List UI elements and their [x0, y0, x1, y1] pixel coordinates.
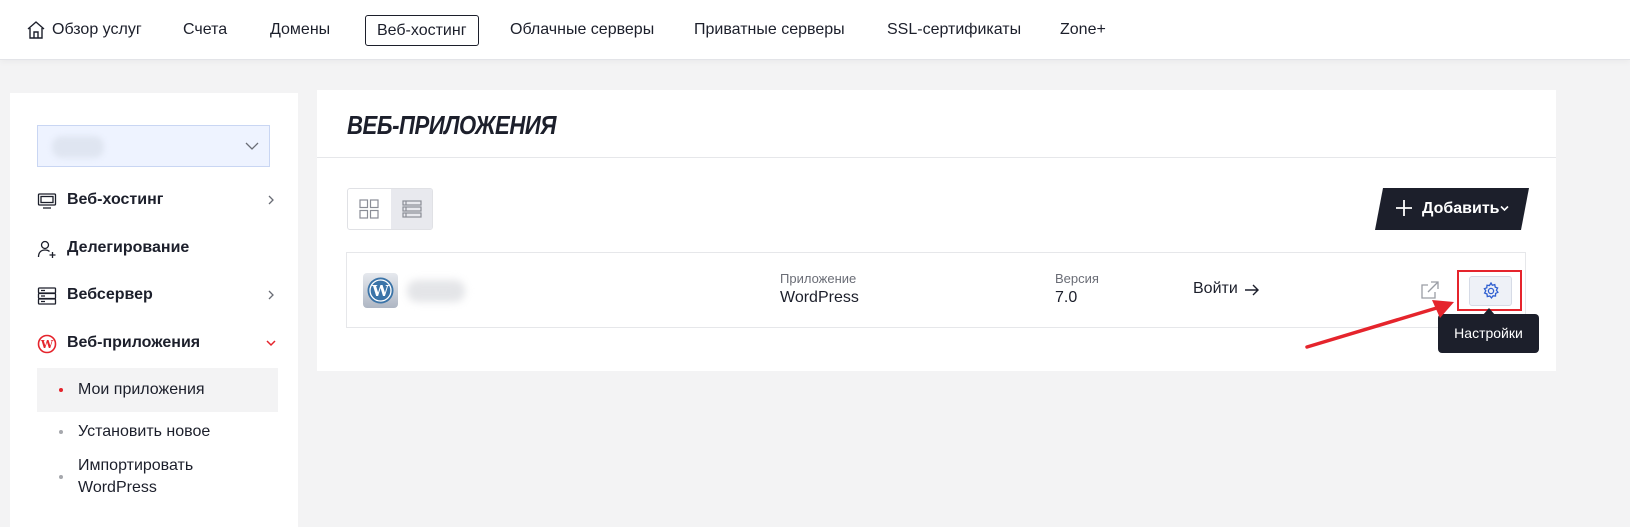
grid-view-button[interactable]: [348, 189, 390, 229]
sidebar-item-label: Веб-хостинг: [67, 191, 164, 208]
plus-icon: [1395, 199, 1413, 217]
wordpress-logo-icon: W: [363, 273, 398, 308]
svg-text:W: W: [371, 282, 390, 300]
bullet-dot: [59, 388, 63, 392]
settings-button[interactable]: [1469, 276, 1512, 306]
add-button-label: Добавить: [1422, 200, 1500, 217]
user-plus-icon: [37, 240, 56, 258]
nav-ssl-certificates[interactable]: SSL-сертификаты: [887, 15, 1021, 46]
version-label: Версия: [1055, 271, 1099, 286]
sidebar-item-webserver[interactable]: Вебсервер: [37, 284, 277, 308]
chevron-down-icon: [266, 340, 276, 347]
nav-private-servers[interactable]: Приватные серверы: [694, 15, 845, 46]
main-header: ВЕБ-ПРИЛОЖЕНИЯ: [317, 90, 1556, 158]
view-toggle: [347, 188, 433, 230]
list-icon: [402, 200, 422, 218]
server-icon: [37, 287, 57, 305]
chevron-down-icon: [245, 142, 259, 150]
app-label: Приложение: [780, 271, 857, 286]
app-value: WordPress: [780, 289, 859, 306]
nav-invoices[interactable]: Счета: [183, 15, 227, 46]
version-value: 7.0: [1055, 289, 1078, 306]
page-title: ВЕБ-ПРИЛОЖЕНИЯ: [347, 110, 557, 140]
nav-web-hosting[interactable]: Веб-хостинг: [365, 15, 479, 46]
bullet-dot: [59, 475, 63, 479]
sidebar-item-web-apps[interactable]: W Веб-приложения: [37, 332, 277, 356]
nav-domains[interactable]: Домены: [270, 15, 330, 46]
add-button[interactable]: Добавить: [1375, 188, 1529, 230]
sidebar-item-web-hosting[interactable]: Веб-хостинг: [37, 189, 277, 213]
home-icon[interactable]: [26, 20, 46, 40]
sidebar: Веб-хостинг Делегирование Вебсервер W Ве…: [10, 93, 298, 527]
svg-text:W: W: [40, 338, 54, 351]
account-select[interactable]: [37, 125, 270, 167]
subitem-my-apps[interactable]: Мои приложения: [37, 368, 278, 412]
chevron-right-icon: [268, 195, 274, 205]
top-navigation: Обзор услуг Счета Домены Веб-хостинг Обл…: [0, 0, 1630, 60]
list-view-button[interactable]: [391, 189, 432, 229]
bullet-dot: [59, 430, 63, 434]
nav-zone-plus[interactable]: Zone+: [1060, 15, 1106, 46]
chevron-down-icon: [1500, 204, 1509, 213]
subitem-label: Установить новое: [78, 423, 211, 440]
account-name-blurred: [52, 136, 104, 158]
grid-icon: [359, 199, 379, 219]
app-name-blurred: [407, 280, 465, 302]
wordpress-icon: W: [37, 334, 57, 354]
nav-overview[interactable]: Обзор услуг: [52, 15, 142, 46]
subitem-label-line2: WordPress: [78, 479, 157, 496]
login-link[interactable]: Войти: [1193, 280, 1238, 298]
subitem-label: Импортировать: [78, 457, 194, 474]
subitem-label: Мои приложения: [78, 381, 205, 398]
arrow-right-icon[interactable]: [1244, 282, 1260, 298]
chevron-right-icon: [268, 290, 274, 300]
gear-icon: [1483, 282, 1499, 299]
monitor-icon: [37, 193, 57, 209]
sidebar-item-label: Делегирование: [67, 239, 190, 256]
red-arrow-annotation: [1305, 300, 1454, 349]
nav-cloud-servers[interactable]: Облачные серверы: [510, 15, 654, 46]
sidebar-item-label: Веб-приложения: [67, 334, 201, 351]
sidebar-item-label: Вебсервер: [67, 286, 153, 303]
sidebar-item-delegation[interactable]: Делегирование: [37, 237, 277, 261]
